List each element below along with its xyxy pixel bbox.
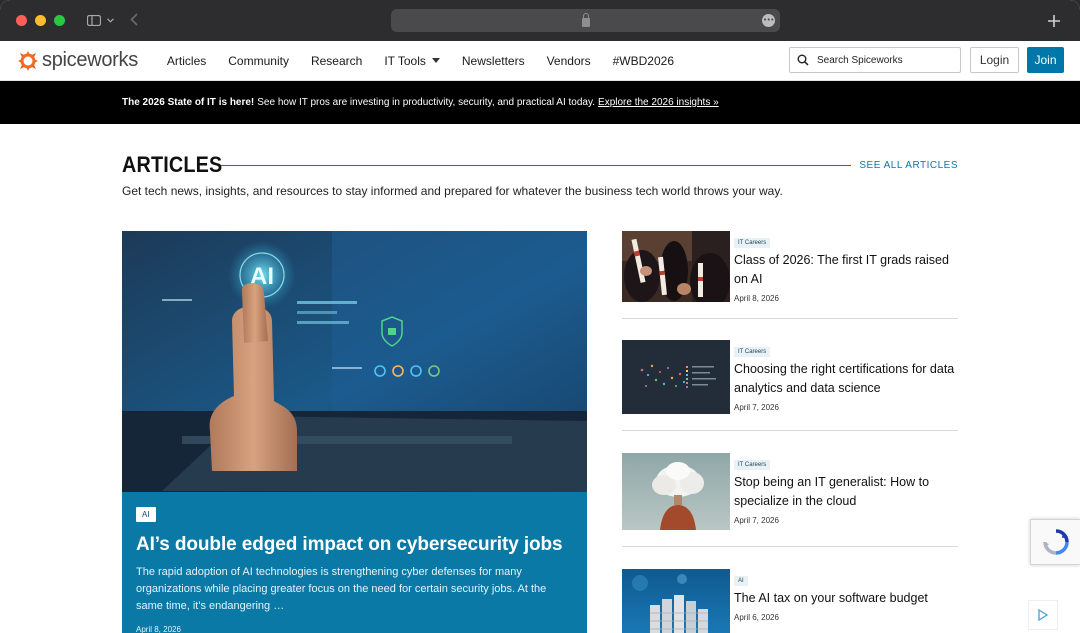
data-visualization-image (622, 340, 730, 414)
adchoices-icon (1038, 609, 1049, 621)
join-button[interactable]: Join (1027, 47, 1064, 73)
nav-item-vendors[interactable]: Vendors (536, 54, 602, 68)
article-date: April 7, 2026 (734, 403, 779, 412)
promo-banner: The 2026 State of IT is here! See how IT… (0, 81, 1080, 124)
category-tag[interactable]: AI (136, 507, 156, 522)
nav-item-label: Newsletters (461, 53, 525, 68)
nav-item-wbd2026[interactable]: #WBD2026 (602, 54, 685, 68)
minimize-window-button[interactable] (35, 15, 46, 26)
article-title[interactable]: Class of 2026: The first IT grads raised… (734, 251, 960, 289)
article-text: IT Careers Stop being an IT generalist: … (734, 453, 960, 525)
chevron-down-icon (107, 18, 114, 23)
article-thumbnail[interactable] (622, 453, 730, 530)
featured-article-title[interactable]: AI’s double edged impact on cybersecurit… (136, 534, 573, 556)
main-nav: Articles Community Research IT Tools New… (156, 54, 685, 68)
recaptcha-badge[interactable] (1030, 519, 1080, 565)
list-item[interactable]: IT Careers Class of 2026: The first IT g… (622, 231, 958, 303)
list-item[interactable]: AI The AI tax on your software budget Ap… (622, 569, 960, 633)
section-header: ARTICLES SEE ALL ARTICLES (122, 152, 958, 178)
list-item[interactable]: IT Careers Stop being an IT generalist: … (622, 453, 958, 530)
featured-article-date: April 8, 2026 (136, 625, 181, 633)
article-date: April 7, 2026 (734, 516, 779, 525)
plus-icon (1048, 15, 1060, 27)
see-all-articles-link[interactable]: SEE ALL ARTICLES (859, 160, 958, 171)
spiceworks-logo-icon (18, 50, 38, 71)
featured-article[interactable]: AI AI AI’s double edged impact on cybers… (122, 231, 587, 633)
article-title[interactable]: Choosing the right certifications for da… (734, 360, 960, 398)
address-bar[interactable]: ••• (391, 9, 780, 32)
recaptcha-icon (1042, 529, 1069, 555)
list-divider (622, 430, 958, 431)
nav-item-articles[interactable]: Articles (156, 54, 217, 68)
browser-window: ••• spiceworks Articles Community Resear… (0, 0, 1080, 633)
nav-item-research[interactable]: Research (300, 54, 373, 68)
article-date: April 8, 2026 (734, 294, 779, 303)
nav-item-label: Vendors (546, 53, 591, 68)
article-date: April 6, 2026 (734, 613, 779, 622)
more-options-icon[interactable]: ••• (762, 14, 775, 27)
list-item[interactable]: IT Careers Choosing the right certificat… (622, 340, 958, 414)
logo-text: spiceworks (42, 49, 138, 71)
maximize-window-button[interactable] (54, 15, 65, 26)
article-text: IT Careers Class of 2026: The first IT g… (734, 231, 960, 303)
nav-item-community[interactable]: Community (217, 54, 300, 68)
search-box (789, 47, 961, 73)
cloud-head-image (622, 453, 730, 530)
nav-item-newsletters[interactable]: Newsletters (451, 54, 536, 68)
sidebar-icon (87, 15, 101, 26)
section-divider (220, 164, 852, 166)
nav-item-label: Articles (166, 53, 207, 68)
banner-link[interactable]: Explore the 2026 insights » (598, 97, 719, 108)
banner-bold-text: The 2026 State of IT is here! (122, 97, 255, 108)
featured-article-excerpt: The rapid adoption of AI technologies is… (136, 566, 547, 612)
section-subtitle: Get tech news, insights, and resources t… (122, 184, 783, 198)
chevron-left-icon (130, 13, 138, 26)
nav-item-label: IT Tools (384, 53, 426, 68)
category-tag[interactable]: IT Careers (734, 347, 771, 357)
article-text: IT Careers Choosing the right certificat… (734, 340, 960, 412)
category-tag[interactable]: AI (734, 576, 748, 586)
graduates-image (622, 231, 730, 302)
article-title[interactable]: The AI tax on your software budget (734, 589, 960, 608)
window-controls (16, 15, 65, 26)
chevron-down-icon (431, 58, 440, 63)
section-title: ARTICLES (122, 152, 223, 177)
article-thumbnail[interactable] (622, 231, 730, 302)
article-text: AI The AI tax on your software budget Ap… (734, 569, 960, 622)
nav-item-it-tools[interactable]: IT Tools (373, 54, 451, 68)
main-content: ARTICLES SEE ALL ARTICLES Get tech news,… (0, 124, 1080, 633)
featured-article-image[interactable]: AI (122, 231, 587, 492)
nav-item-label: Community (228, 53, 289, 68)
article-thumbnail[interactable] (622, 569, 730, 633)
back-button[interactable] (130, 10, 138, 31)
article-thumbnail[interactable] (622, 340, 730, 414)
category-tag[interactable]: IT Careers (734, 460, 771, 470)
browser-toolbar: ••• (0, 0, 1080, 41)
category-tag[interactable]: IT Careers (734, 238, 771, 248)
lock-icon (581, 12, 590, 27)
article-title[interactable]: Stop being an IT generalist: How to spec… (734, 473, 960, 511)
search-input[interactable] (817, 54, 957, 66)
sidebar-toggle-button[interactable] (87, 15, 114, 26)
coins-tax-image (622, 569, 730, 633)
banner-text: See how IT pros are investing in product… (257, 97, 596, 108)
adchoices-button[interactable] (1028, 600, 1058, 630)
site-logo[interactable]: spiceworks (16, 49, 138, 73)
site-header: spiceworks Articles Community Research I… (0, 41, 1080, 81)
search-icon (797, 54, 809, 66)
close-window-button[interactable] (16, 15, 27, 26)
nav-item-label: Research (310, 53, 363, 68)
list-divider (622, 546, 958, 547)
login-button[interactable]: Login (970, 47, 1019, 73)
featured-article-body: AI AI’s double edged impact on cybersecu… (122, 492, 587, 633)
new-tab-button[interactable] (1048, 10, 1060, 30)
thumbs-up-ai-illustration: AI (122, 231, 587, 492)
nav-item-label: #WBD2026 (612, 53, 674, 68)
list-divider (622, 318, 958, 319)
